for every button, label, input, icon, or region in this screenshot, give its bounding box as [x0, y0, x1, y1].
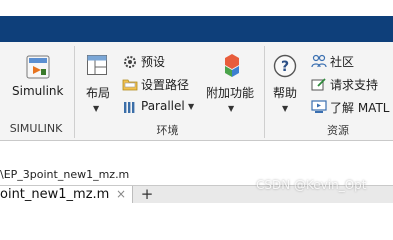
- layout-icon: [86, 54, 108, 76]
- parallel-icon: [123, 99, 137, 113]
- request-support-icon: [311, 76, 327, 91]
- environment-group-label: 环境: [156, 124, 179, 137]
- editor-tab-active[interactable]: oint_new1_mz.m ×: [0, 186, 133, 203]
- community-icon: [311, 53, 327, 68]
- help-button[interactable]: 帮助: [273, 84, 297, 101]
- addons-button[interactable]: 附加功能: [206, 84, 254, 101]
- addons-dropdown-icon[interactable]: ▼: [228, 104, 234, 113]
- set-path-button[interactable]: 设置路径: [141, 76, 189, 93]
- resources-group-label: 资源: [327, 124, 349, 137]
- svg-text:?: ?: [281, 59, 289, 75]
- group-separator: [264, 46, 265, 138]
- help-icon: ?: [273, 54, 297, 78]
- layout-button[interactable]: 布局: [86, 84, 110, 101]
- layout-dropdown-icon[interactable]: ▼: [93, 104, 99, 113]
- community-button[interactable]: 社区: [330, 53, 354, 70]
- simulink-button[interactable]: Simulink: [12, 84, 63, 98]
- ribbon-tab-strip: [0, 16, 393, 42]
- preferences-button[interactable]: 预设: [141, 53, 165, 70]
- gear-icon: [123, 54, 137, 68]
- add-tab-button[interactable]: +: [136, 186, 158, 203]
- parallel-button[interactable]: Parallel: [141, 99, 185, 113]
- help-dropdown-icon[interactable]: ▼: [282, 104, 288, 113]
- watermark: CSDN @Kevin_Opt: [256, 178, 367, 192]
- parallel-dropdown-icon[interactable]: ▼: [188, 102, 194, 111]
- learn-matlab-icon: [311, 99, 327, 113]
- group-separator: [74, 46, 75, 138]
- set-path-icon: [122, 76, 138, 91]
- request-support-button[interactable]: 请求支持: [330, 76, 378, 93]
- simulink-icon: [25, 54, 51, 80]
- addons-icon: [218, 52, 246, 80]
- learn-matlab-button[interactable]: 了解 MATL: [330, 99, 389, 116]
- simulink-group-label: SIMULINK: [9, 122, 63, 135]
- close-icon[interactable]: ×: [116, 187, 126, 201]
- editor-tab-label: oint_new1_mz.m: [0, 187, 110, 202]
